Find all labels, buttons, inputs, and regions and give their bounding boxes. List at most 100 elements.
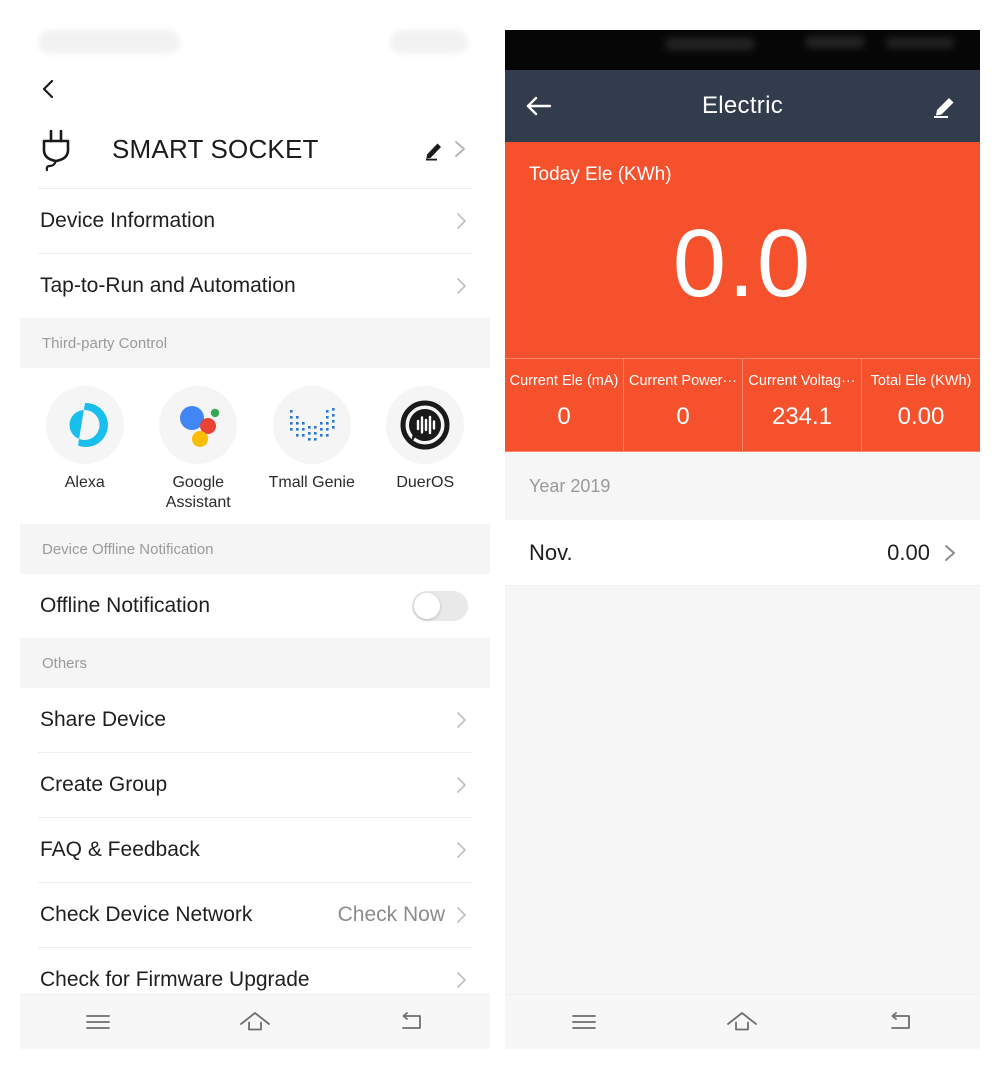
- toggle-knob: [414, 593, 440, 620]
- chevron-right-icon: [457, 907, 466, 923]
- assistant-icon-wrap: [386, 386, 465, 464]
- today-ele-caption: Today Ele (KWh): [529, 164, 672, 185]
- stat-value: 234.1: [771, 403, 833, 430]
- today-ele-value: 0.0: [672, 210, 813, 317]
- assistant-item-alexa[interactable]: Alexa: [28, 386, 142, 512]
- stat-label: Current Power···: [629, 373, 737, 389]
- chevron-right-icon: [457, 842, 466, 858]
- status-bar-blur-left: [38, 30, 180, 54]
- row-label: Check for Firmware Upgrade: [40, 968, 310, 992]
- back-button[interactable]: [20, 68, 490, 110]
- stat-label: Current Voltag···: [748, 373, 856, 389]
- chevron-right-icon: [455, 141, 465, 157]
- chevron-right-icon: [457, 712, 466, 728]
- device-title-row[interactable]: SMART SOCKET: [20, 110, 490, 188]
- month-value: 0.00: [887, 539, 930, 565]
- assistant-label: Tmall Genie: [268, 474, 355, 491]
- menu-row-device-information[interactable]: Device Information: [20, 189, 490, 253]
- today-electricity-panel: Today Ele (KWh) 0.0 Current Ele (mA) 0 C…: [505, 142, 980, 452]
- row-label: Check Device Network: [40, 903, 253, 927]
- status-bar-dark-redacted: [505, 30, 980, 70]
- chevron-right-icon: [457, 213, 466, 229]
- home-icon: [240, 1012, 270, 1031]
- section-header-device-offline-notification: Device Offline Notification: [20, 524, 490, 575]
- android-navigation-bar: [505, 994, 980, 1049]
- assistant-icon-wrap: [159, 386, 238, 464]
- menu-recents-icon: [86, 1015, 111, 1029]
- chevron-left-icon: [42, 79, 54, 99]
- row-label: FAQ & Feedback: [40, 838, 200, 862]
- offline-notification-toggle[interactable]: [412, 591, 468, 622]
- screenshot-stage: SMART SOCKET Device Information Tap-to-R…: [0, 0, 1000, 1080]
- status-blur-1: [665, 38, 755, 50]
- nav-back-button[interactable]: [872, 1002, 930, 1042]
- stat-current-power: Current Power··· 0: [624, 359, 743, 451]
- nav-back-button[interactable]: [383, 1002, 441, 1042]
- back-arrow-icon: [401, 1012, 421, 1029]
- empty-list-area: [505, 586, 980, 886]
- stat-total-ele: Total Ele (KWh) 0.00: [862, 359, 980, 451]
- left-phone-screen: SMART SOCKET Device Information Tap-to-R…: [20, 20, 490, 1049]
- home-icon: [727, 1012, 758, 1031]
- assistant-label: Google Assistant: [165, 474, 231, 511]
- stat-label: Current Ele (mA): [509, 373, 619, 389]
- month-name: Nov.: [529, 539, 573, 565]
- row-check-device-network[interactable]: Check Device Network Check Now: [20, 883, 490, 948]
- nav-recents-button[interactable]: [555, 1002, 613, 1042]
- assistant-item-tmall-genie[interactable]: Tmall Genie: [255, 386, 369, 512]
- stat-value: 0: [676, 403, 690, 430]
- third-party-assistants-list: Alexa Google Assistant Tmall Genie DuerO…: [20, 368, 490, 525]
- row-share-device[interactable]: Share Device: [20, 688, 490, 753]
- assistant-label: Alexa: [64, 474, 105, 491]
- chevron-right-icon: [457, 972, 466, 988]
- stats-row: Current Ele (mA) 0 Current Power··· 0 Cu…: [505, 358, 980, 452]
- arrow-left-icon[interactable]: [525, 94, 553, 118]
- row-faq-and-feedback[interactable]: FAQ & Feedback: [20, 818, 490, 883]
- assistant-item-google-assistant[interactable]: Google Assistant: [142, 386, 256, 512]
- row-create-group[interactable]: Create Group: [20, 753, 490, 818]
- page-title: SMART SOCKET: [112, 133, 319, 164]
- chevron-right-icon: [945, 544, 955, 561]
- assistant-icon-wrap: [45, 386, 124, 464]
- app-bar-title: Electric: [701, 92, 784, 119]
- menu-row-label: Device Information: [40, 209, 216, 232]
- alexa-icon: [69, 402, 108, 447]
- right-phone-screen: Electric Today Ele (KWh) 0.0 Current Ele…: [505, 30, 980, 1049]
- chevron-right-icon: [457, 278, 466, 294]
- nav-home-button[interactable]: [226, 1002, 284, 1042]
- section-header-others: Others: [20, 638, 490, 689]
- back-arrow-icon: [890, 1012, 910, 1029]
- pencil-edit-icon[interactable]: [932, 93, 960, 119]
- menu-row-label: Tap-to-Run and Automation: [40, 274, 296, 297]
- status-bar-blur-right: [390, 30, 468, 54]
- row-label: Share Device: [40, 708, 167, 732]
- android-navigation-bar: [20, 994, 490, 1049]
- row-label: Create Group: [40, 773, 168, 797]
- tmall-genie-icon: [289, 408, 335, 441]
- assistant-label: DuerOS: [396, 474, 455, 491]
- section-header-third-party-control: Third-party Control: [20, 318, 490, 368]
- google-assistant-icon: [180, 406, 220, 447]
- month-row-nov[interactable]: Nov. 0.00: [505, 520, 980, 586]
- row-offline-notification[interactable]: Offline Notification: [20, 574, 490, 639]
- year-section-header: Year 2019: [505, 452, 980, 520]
- row-label: Offline Notification: [40, 594, 211, 618]
- title-actions: [423, 137, 468, 161]
- nav-home-button[interactable]: [713, 1002, 771, 1042]
- row-value-check-now: Check Now: [337, 903, 445, 927]
- stat-value: 0: [557, 403, 571, 430]
- nav-recents-button[interactable]: [69, 1002, 127, 1042]
- status-blur-2: [805, 36, 865, 48]
- power-plug-icon: [42, 129, 70, 172]
- menu-recents-icon: [572, 1015, 597, 1029]
- assistant-icon-wrap: [272, 386, 351, 464]
- chevron-right-icon: [457, 777, 466, 793]
- dueros-icon: [400, 400, 450, 450]
- pencil-edit-icon[interactable]: [423, 137, 447, 161]
- stat-value: 0.00: [897, 403, 945, 430]
- stat-current-ele: Current Ele (mA) 0: [505, 359, 624, 451]
- stat-label: Total Ele (KWh): [870, 373, 972, 389]
- status-bar-redacted: [20, 20, 490, 68]
- assistant-item-dueros[interactable]: DuerOS: [369, 386, 483, 512]
- menu-row-tap-to-run-and-automation[interactable]: Tap-to-Run and Automation: [20, 254, 490, 318]
